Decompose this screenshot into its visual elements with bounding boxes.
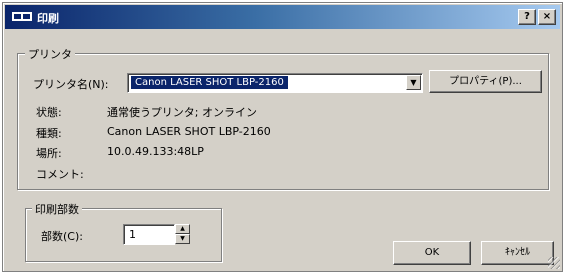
resize-grip[interactable] (548, 257, 560, 269)
printer-group-label: プリンタ (25, 46, 75, 62)
copies-input[interactable]: 1 (123, 224, 175, 245)
printer-icon (12, 12, 32, 21)
close-button[interactable]: × (538, 9, 556, 25)
printer-name-value: Canon LASER SHOT LBP-2160 (131, 76, 288, 89)
window-title: 印刷 (37, 12, 59, 25)
title-bar[interactable]: 印刷 ? × (5, 5, 560, 29)
spin-down-icon[interactable]: ▼ (175, 234, 190, 244)
ok-button[interactable]: OK (393, 241, 471, 265)
copies-label: 部数(C): (41, 230, 83, 243)
spin-up-icon[interactable]: ▲ (175, 224, 190, 234)
status-label: 状態: (36, 106, 62, 119)
cancel-button[interactable]: ｷｬﾝｾﾙ (481, 241, 554, 265)
printer-name-select[interactable]: Canon LASER SHOT LBP-2160 ▼ (127, 73, 423, 93)
copies-group-label: 印刷部数 (32, 201, 82, 217)
type-label: 種類: (36, 127, 62, 140)
print-dialog: 印刷 ? × プリンタ プリンタ名(N): Canon LASER SHOT L… (2, 2, 563, 272)
where-value: 10.0.49.133:48LP (107, 145, 204, 158)
properties-button[interactable]: プロパティ(P)... (429, 70, 542, 93)
copies-value: 1 (129, 228, 136, 241)
help-button[interactable]: ? (518, 9, 536, 25)
status-value: 通常使うプリンタ; オンライン (107, 106, 257, 119)
comment-label: コメント: (36, 168, 84, 181)
where-label: 場所: (36, 147, 62, 160)
printer-name-label: プリンタ名(N): (33, 78, 109, 91)
type-value: Canon LASER SHOT LBP-2160 (107, 125, 271, 138)
chevron-down-icon[interactable]: ▼ (406, 75, 421, 90)
